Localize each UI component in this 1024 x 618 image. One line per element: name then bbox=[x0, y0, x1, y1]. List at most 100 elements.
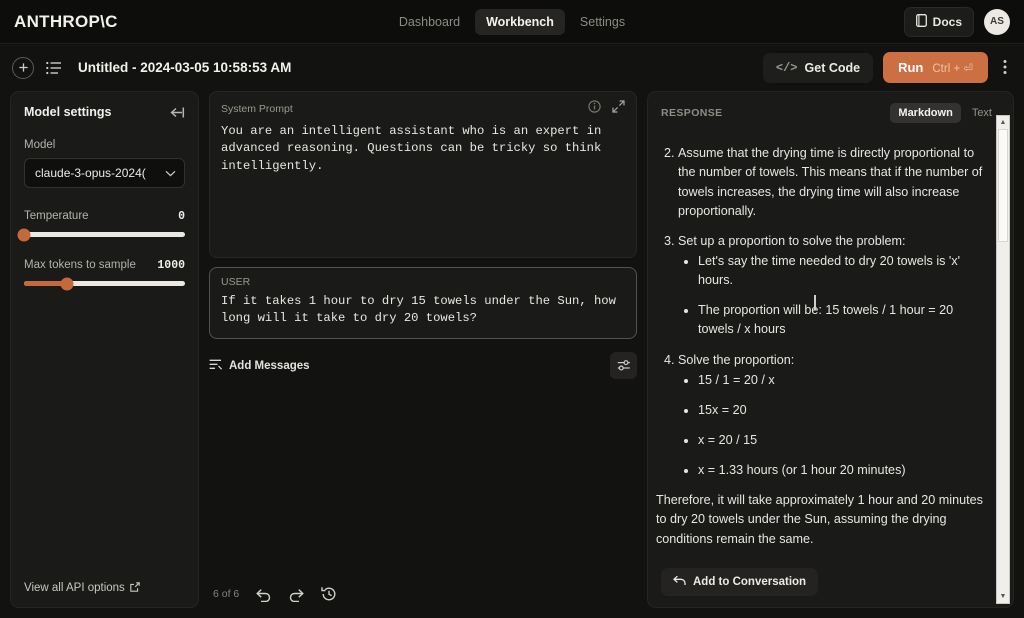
list-item: We need to find out how long it will tak… bbox=[674, 131, 987, 133]
max-tokens-row: Max tokens to sample 1000 bbox=[24, 259, 185, 272]
list-item: Assume that the drying time is directly … bbox=[678, 144, 987, 221]
max-tokens-value: 1000 bbox=[157, 259, 185, 272]
history-icon[interactable] bbox=[321, 586, 337, 602]
undo-icon[interactable] bbox=[255, 587, 272, 602]
external-link-icon bbox=[130, 581, 140, 595]
redo-icon[interactable] bbox=[288, 587, 305, 602]
max-tokens-slider-handle[interactable] bbox=[60, 277, 74, 290]
workbench-toolbar: Untitled - 2024-03-05 10:58:53 AM </> Ge… bbox=[0, 44, 1024, 91]
response-view-toggle: Markdown Text bbox=[890, 103, 1000, 123]
response-sublist: 15 / 1 = 20 / x 15x = 20 x = 20 / 15 x =… bbox=[674, 371, 987, 481]
max-tokens-label: Max tokens to sample bbox=[24, 259, 136, 271]
model-settings-title: Model settings bbox=[24, 105, 112, 119]
model-settings-sidebar: Model settings Model claude-3-opus-2024( bbox=[10, 91, 199, 608]
response-content[interactable]: We need to find out how long it will tak… bbox=[648, 131, 1013, 560]
model-select[interactable]: claude-3-opus-2024( bbox=[24, 158, 185, 188]
model-settings-header: Model settings bbox=[24, 105, 185, 119]
max-tokens-slider[interactable] bbox=[24, 277, 185, 290]
anthropic-logo[interactable]: ANTHROP\C bbox=[14, 12, 118, 32]
response-sublist: Let's say the time needed to dry 20 towe… bbox=[674, 252, 987, 340]
view-mode-text[interactable]: Text bbox=[964, 103, 1000, 123]
temperature-slider[interactable] bbox=[17, 228, 185, 241]
top-navigation-bar: ANTHROP\C Dashboard Workbench Settings D… bbox=[0, 0, 1024, 44]
list-item: x = 20 / 15 bbox=[698, 431, 987, 450]
temperature-value: 0 bbox=[178, 210, 185, 223]
new-prompt-button[interactable] bbox=[12, 56, 34, 79]
add-to-conversation-button[interactable]: Add to Conversation bbox=[661, 568, 819, 596]
system-prompt-box[interactable]: System Prompt You are an intelligent ass… bbox=[209, 91, 637, 258]
list-item: Set up a proportion to solve the problem… bbox=[678, 232, 987, 251]
run-button[interactable]: Run Ctrl + ⏎ bbox=[883, 52, 988, 83]
response-header: RESPONSE Markdown Text bbox=[648, 92, 1013, 131]
response-conclusion: Therefore, it will take approximately 1 … bbox=[656, 493, 983, 546]
get-code-label: Get Code bbox=[804, 60, 861, 75]
temperature-row: Temperature 0 bbox=[24, 210, 185, 223]
system-prompt-label: System Prompt bbox=[221, 103, 293, 115]
system-prompt-text[interactable]: You are an intelligent assistant who is … bbox=[221, 123, 625, 175]
nav-right-actions: Docs AS bbox=[903, 6, 1010, 37]
temperature-label: Temperature bbox=[24, 210, 89, 222]
user-message-box[interactable]: USER If it takes 1 hour to dry 15 towels… bbox=[209, 267, 637, 339]
temperature-slider-handle[interactable] bbox=[17, 228, 31, 241]
workbench-main: Model settings Model claude-3-opus-2024( bbox=[0, 91, 1024, 618]
response-scrollbar[interactable]: ▲ ▼ bbox=[996, 115, 1010, 604]
view-mode-markdown[interactable]: Markdown bbox=[890, 103, 961, 123]
response-footer: Add to Conversation bbox=[648, 560, 1013, 607]
document-title[interactable]: Untitled - 2024-03-05 10:58:53 AM bbox=[78, 60, 291, 75]
docs-button-label: Docs bbox=[932, 14, 962, 29]
response-panel: RESPONSE Markdown Text We need to find o… bbox=[647, 91, 1014, 608]
book-icon bbox=[915, 13, 927, 30]
run-shortcut-label: Ctrl + ⏎ bbox=[932, 62, 973, 75]
add-messages-row: Add Messages bbox=[209, 352, 637, 379]
expand-icon[interactable] bbox=[612, 100, 625, 118]
chevron-down-icon bbox=[165, 166, 176, 180]
user-message-text[interactable]: If it takes 1 hour to dry 15 towels unde… bbox=[221, 293, 625, 328]
reply-arrow-icon bbox=[673, 575, 686, 589]
list-item: 15 / 1 = 20 / x 15x = 20 x = 20 / 15 x =… bbox=[674, 371, 987, 481]
info-icon[interactable] bbox=[588, 100, 601, 118]
response-sublist: We need to find out how long it will tak… bbox=[674, 131, 987, 133]
response-scroll-content: We need to find out how long it will tak… bbox=[656, 131, 987, 549]
run-label: Run bbox=[898, 60, 924, 75]
system-prompt-header: System Prompt bbox=[221, 100, 625, 118]
sidebar-footer: View all API options bbox=[24, 578, 185, 596]
list-item: 15x = 20 bbox=[698, 401, 987, 420]
model-select-value: claude-3-opus-2024( bbox=[35, 166, 146, 180]
page-count-label: 6 of 6 bbox=[213, 588, 240, 600]
primary-nav: Dashboard Workbench Settings bbox=[0, 8, 1024, 35]
get-code-button[interactable]: </> Get Code bbox=[762, 52, 874, 83]
scroll-up-arrow-icon[interactable]: ▲ bbox=[997, 116, 1009, 129]
list-item: x = 1.33 hours (or 1 hour 20 minutes) bbox=[698, 461, 987, 480]
response-list: We need to find out how long it will tak… bbox=[656, 131, 987, 480]
add-messages-button[interactable]: Add Messages bbox=[209, 359, 310, 373]
list-item: Let's say the time needed to dry 20 towe… bbox=[698, 252, 987, 290]
add-messages-label: Add Messages bbox=[229, 359, 310, 372]
prompt-editor-column: System Prompt You are an intelligent ass… bbox=[199, 91, 647, 608]
scrollbar-thumb[interactable] bbox=[998, 129, 1008, 242]
messages-list-icon bbox=[209, 359, 223, 373]
code-icon: </> bbox=[775, 60, 798, 75]
text-cursor bbox=[814, 295, 816, 310]
avatar[interactable]: AS bbox=[984, 8, 1010, 35]
prompt-history-footer: 6 of 6 bbox=[209, 586, 637, 608]
list-item: Solve the proportion: bbox=[678, 351, 987, 370]
nav-item-workbench[interactable]: Workbench bbox=[475, 8, 565, 35]
collapse-sidebar-icon[interactable] bbox=[170, 106, 185, 119]
user-message-label: USER bbox=[221, 276, 251, 288]
view-all-api-options-link[interactable]: View all API options bbox=[24, 581, 140, 595]
response-label: RESPONSE bbox=[661, 107, 723, 119]
api-options-label: View all API options bbox=[24, 582, 125, 594]
user-message-header: USER bbox=[221, 276, 625, 288]
message-settings-button[interactable] bbox=[610, 352, 637, 379]
nav-item-dashboard[interactable]: Dashboard bbox=[388, 9, 471, 35]
docs-button[interactable]: Docs bbox=[903, 6, 974, 37]
list-item: The proportion will be: 15 towels / 1 ho… bbox=[698, 301, 987, 339]
nav-item-settings[interactable]: Settings bbox=[569, 9, 636, 35]
list-item: We need to find out how long it will tak… bbox=[698, 131, 987, 133]
add-to-conversation-label: Add to Conversation bbox=[693, 576, 807, 588]
toolbar-actions: </> Get Code Run Ctrl + ⏎ bbox=[762, 52, 1012, 83]
prompt-list-icon[interactable] bbox=[46, 61, 62, 75]
more-options-icon[interactable] bbox=[998, 59, 1012, 75]
scroll-down-arrow-icon[interactable]: ▼ bbox=[997, 590, 1009, 603]
list-item: 15 / 1 = 20 / x bbox=[698, 371, 987, 390]
